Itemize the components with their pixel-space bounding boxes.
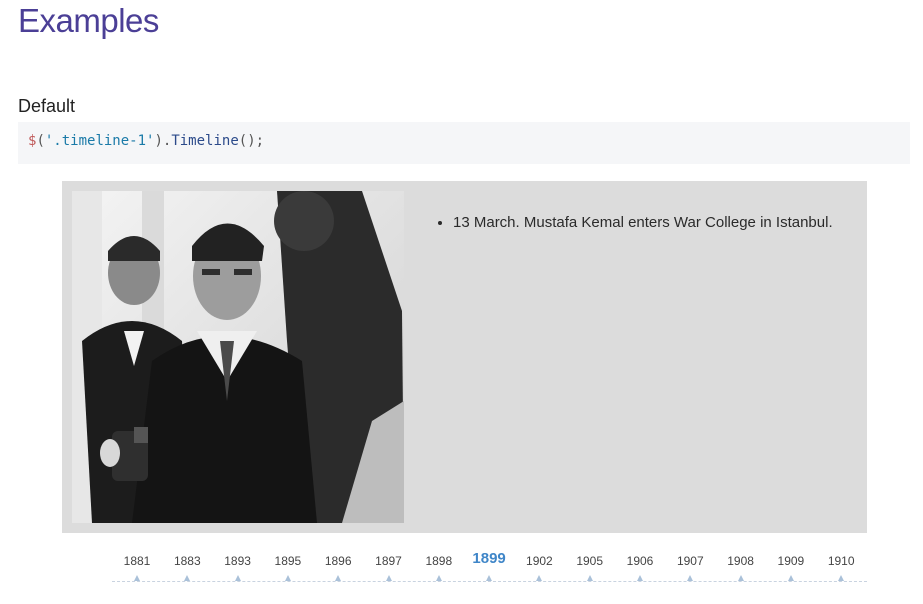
section-title: Default (18, 96, 76, 116)
code-selector-string: '.timeline-1' (44, 133, 155, 149)
timeline-event-list: 13 March. Mustafa Kemal enters War Colle… (417, 211, 853, 235)
timeline-date-marker (234, 575, 241, 581)
timeline-date-1906[interactable]: 1906 (615, 550, 665, 572)
timeline-date-marker (687, 575, 694, 581)
timeline-date-1908[interactable]: 1908 (716, 550, 766, 572)
timeline-date-1896[interactable]: 1896 (313, 550, 363, 572)
timeline-panel: 13 March. Mustafa Kemal enters War Colle… (62, 181, 867, 533)
timeline-date-marker (586, 575, 593, 581)
timeline-date-1899[interactable]: 1899 (464, 548, 514, 570)
timeline-dates-bar[interactable]: 1881 1883 1893 1895 1896 1897 1898 1899 1902 1905… (112, 550, 867, 590)
timeline-date-1883[interactable]: 1883 (162, 550, 212, 572)
timeline-axis-line (112, 581, 867, 582)
timeline-date-1909[interactable]: 1909 (766, 550, 816, 572)
timeline-date-marker (737, 575, 744, 581)
timeline-photo (72, 191, 404, 523)
timeline-date-marker (787, 575, 794, 581)
timeline-date-1881[interactable]: 1881 (112, 550, 162, 572)
timeline-date-1898[interactable]: 1898 (414, 550, 464, 572)
timeline-date-1897[interactable]: 1897 (364, 550, 414, 572)
historical-photo-illustration (72, 191, 404, 523)
timeline-date-marker (184, 575, 191, 581)
timeline-date-1902[interactable]: 1902 (514, 550, 564, 572)
timeline-date-marker (486, 575, 493, 581)
timeline-date-marker (385, 575, 392, 581)
timeline-event-item: 13 March. Mustafa Kemal enters War Colle… (453, 211, 853, 235)
timeline-date-marker (838, 575, 845, 581)
code-method: Timeline (171, 133, 239, 149)
timeline-date-1905[interactable]: 1905 (565, 550, 615, 572)
code-block: $('.timeline-1').Timeline(); (18, 122, 910, 164)
page-title: Examples (18, 2, 159, 39)
timeline-date-1910[interactable]: 1910 (816, 550, 866, 572)
code-open-paren: ( (36, 133, 45, 149)
code-call: (); (238, 133, 265, 149)
timeline-date-marker (335, 575, 342, 581)
timeline-date-marker (134, 575, 140, 581)
timeline-date-marker (284, 575, 291, 581)
timeline-date-1907[interactable]: 1907 (665, 550, 715, 572)
timeline-date-marker (435, 575, 442, 581)
timeline-date-marker (536, 575, 543, 581)
timeline-date-1893[interactable]: 1893 (213, 550, 263, 572)
timeline-date-marker (637, 575, 643, 581)
code-close-paren: ) (154, 133, 163, 149)
timeline-date-1895[interactable]: 1895 (263, 550, 313, 572)
